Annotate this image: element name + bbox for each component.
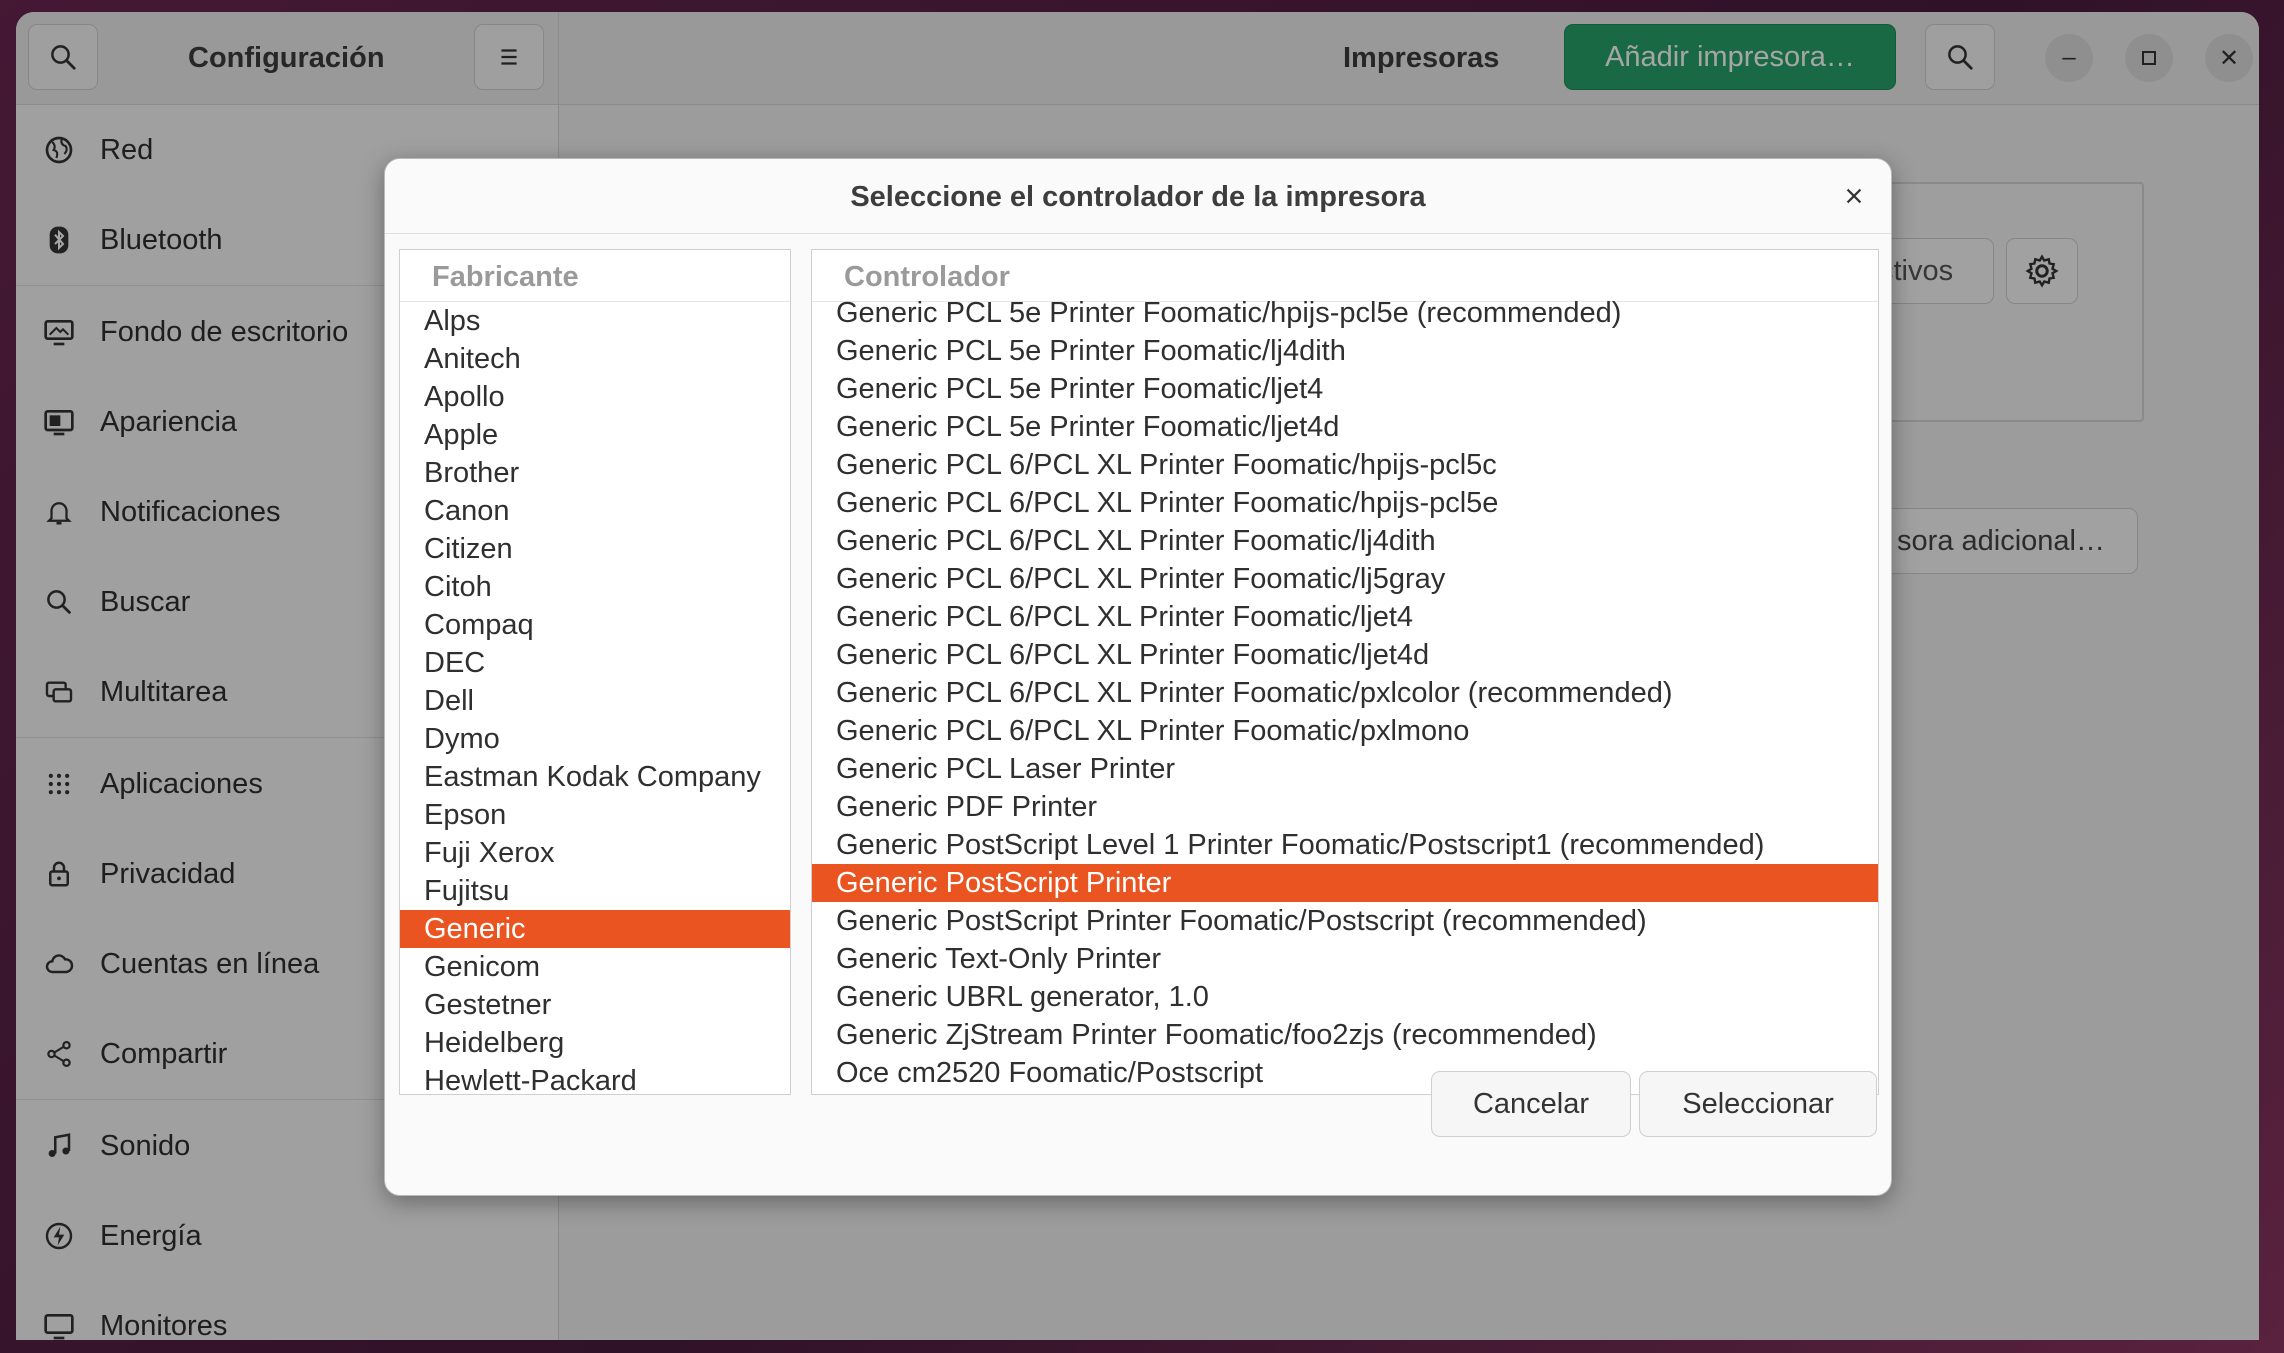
- manufacturer-item[interactable]: Genicom: [400, 948, 790, 986]
- close-icon: [1846, 188, 1862, 204]
- driver-item[interactable]: Generic PCL 6/PCL XL Printer Foomatic/px…: [812, 674, 1878, 712]
- driver-item[interactable]: Generic PCL Laser Printer: [812, 750, 1878, 788]
- manufacturer-item[interactable]: Generic: [400, 910, 790, 948]
- manufacturer-item[interactable]: Canon: [400, 492, 790, 530]
- driver-item[interactable]: Generic PCL 5e Printer Foomatic/ljet4: [812, 370, 1878, 408]
- driver-item[interactable]: Generic PCL 6/PCL XL Printer Foomatic/lj…: [812, 522, 1878, 560]
- driver-item[interactable]: Generic PCL 6/PCL XL Printer Foomatic/hp…: [812, 484, 1878, 522]
- driver-list[interactable]: Controlador Generic PCL 5e Printer Fooma…: [811, 249, 1879, 1095]
- driver-item[interactable]: Generic PostScript Printer: [812, 864, 1878, 902]
- manufacturer-column-header[interactable]: Fabricante: [400, 250, 790, 302]
- driver-item[interactable]: Generic PCL 6/PCL XL Printer Foomatic/lj…: [812, 598, 1878, 636]
- driver-item[interactable]: Generic PostScript Printer Foomatic/Post…: [812, 902, 1878, 940]
- driver-item[interactable]: Generic PCL 5e Printer Foomatic/hpijs-pc…: [812, 294, 1878, 332]
- manufacturer-item[interactable]: Dymo: [400, 720, 790, 758]
- driver-item[interactable]: Generic PCL 6/PCL XL Printer Foomatic/hp…: [812, 446, 1878, 484]
- driver-item[interactable]: Generic PCL 5e Printer Foomatic/ljet4d: [812, 408, 1878, 446]
- manufacturer-item[interactable]: DEC: [400, 644, 790, 682]
- manufacturer-item[interactable]: Citoh: [400, 568, 790, 606]
- select-button[interactable]: Seleccionar: [1639, 1071, 1877, 1137]
- manufacturer-item[interactable]: Fuji Xerox: [400, 834, 790, 872]
- manufacturer-item[interactable]: Brother: [400, 454, 790, 492]
- manufacturer-item[interactable]: Apollo: [400, 378, 790, 416]
- manufacturer-item[interactable]: Gestetner: [400, 986, 790, 1024]
- manufacturer-item[interactable]: Eastman Kodak Company: [400, 758, 790, 796]
- manufacturer-item[interactable]: Epson: [400, 796, 790, 834]
- driver-item[interactable]: Generic PCL 5e Printer Foomatic/lj4dith: [812, 332, 1878, 370]
- cancel-button[interactable]: Cancelar: [1431, 1071, 1631, 1137]
- manufacturer-item[interactable]: Anitech: [400, 340, 790, 378]
- driver-item[interactable]: Generic PCL 6/PCL XL Printer Foomatic/px…: [812, 712, 1878, 750]
- manufacturer-list[interactable]: Fabricante Alps Anitech Apollo Apple Brother…: [399, 249, 791, 1095]
- manufacturer-item[interactable]: Fujitsu: [400, 872, 790, 910]
- manufacturer-item[interactable]: Hewlett-Packard: [400, 1062, 790, 1094]
- driver-item[interactable]: Generic PCL 6/PCL XL Printer Foomatic/lj…: [812, 560, 1878, 598]
- manufacturer-item[interactable]: Citizen: [400, 530, 790, 568]
- dialog-close-button[interactable]: [1837, 179, 1871, 213]
- manufacturer-item[interactable]: Alps: [400, 302, 790, 340]
- manufacturer-item[interactable]: Compaq: [400, 606, 790, 644]
- driver-item[interactable]: Generic ZjStream Printer Foomatic/foo2zj…: [812, 1016, 1878, 1054]
- manufacturer-item[interactable]: Heidelberg: [400, 1024, 790, 1062]
- driver-rows: Generic PCL 5e Printer Foomatic/hpijs-pc…: [812, 294, 1878, 1092]
- driver-dialog: Seleccione el controlador de la impresor…: [384, 158, 1892, 1196]
- dialog-title: Seleccione el controlador de la impresor…: [385, 159, 1891, 234]
- driver-item[interactable]: Generic UBRL generator, 1.0: [812, 978, 1878, 1016]
- driver-item[interactable]: Generic PostScript Level 1 Printer Fooma…: [812, 826, 1878, 864]
- driver-item[interactable]: Generic PDF Printer: [812, 788, 1878, 826]
- manufacturer-rows: Alps Anitech Apollo Apple Brother Canon Citize…: [400, 302, 790, 1094]
- manufacturer-item[interactable]: Apple: [400, 416, 790, 454]
- driver-item[interactable]: Generic Text-Only Printer: [812, 940, 1878, 978]
- driver-item[interactable]: Generic PCL 6/PCL XL Printer Foomatic/lj…: [812, 636, 1878, 674]
- manufacturer-item[interactable]: Dell: [400, 682, 790, 720]
